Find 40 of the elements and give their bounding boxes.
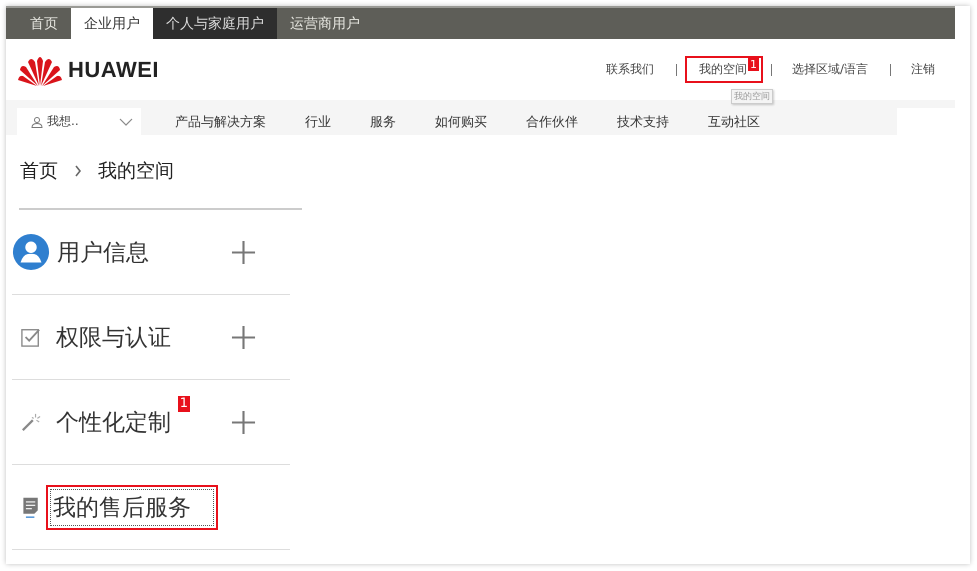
person-icon [31,116,43,128]
nav-link[interactable]: 产品与解决方案 [175,108,266,135]
nav-link[interactable]: 技术支持 [617,108,669,135]
nav-link[interactable]: 服务 [370,108,396,135]
dropdown[interactable]: 我想.. [17,108,141,135]
chevron-icon [119,118,133,126]
header-link[interactable]: 选择区域/语言 [792,62,868,76]
sidebar-item[interactable]: 个性化定制 1 [12,380,290,465]
logo-wordmark: HUAWEI [68,56,159,82]
sidebar-item[interactable]: 用户信息 [12,210,290,295]
audience-tab[interactable]: 企业用户 [71,8,153,39]
checkbox-icon [21,326,41,348]
header-link[interactable]: 我的空间 [698,62,747,76]
breadcrumb-link[interactable]: 我的空间 [98,158,174,184]
user-icon [12,233,50,271]
audience-tab[interactable]: 运营商用户 [277,8,373,39]
nav-link[interactable]: 合作伙伴 [526,108,578,135]
menu-label: 用户信息 [56,238,150,268]
plus-icon[interactable] [231,240,256,264]
magic-wand-icon [21,411,41,433]
menu-label: 我的售后服务 [51,490,213,524]
chevron-icon [74,165,82,177]
menu-label: 个性化定制 [55,408,172,438]
menu-label: 权限与认证 [55,324,172,352]
header-link[interactable]: 注销 [911,62,935,76]
notification-badge: 1 [748,58,759,71]
note-icon [21,496,41,518]
notification-badge: 1 [178,396,190,412]
plus-icon[interactable] [231,410,256,434]
nav-link[interactable]: 互动社区 [708,108,760,135]
sidebar-item[interactable]: 我的售后服务 [12,465,290,550]
audience-tab[interactable]: 个人与家庭用户 [153,8,277,39]
sidebar-item[interactable]: 权限与认证 [12,295,290,380]
breadcrumb-link[interactable]: 首页 [20,158,58,184]
tooltip: 我的空间 [730,89,773,104]
plus-icon[interactable] [231,324,256,350]
nav-link[interactable]: 如何购买 [435,108,487,135]
header-link[interactable]: 联系我们 [606,62,654,76]
audience-tab[interactable]: 首页 [17,8,71,39]
nav-link[interactable]: 行业 [305,108,331,135]
